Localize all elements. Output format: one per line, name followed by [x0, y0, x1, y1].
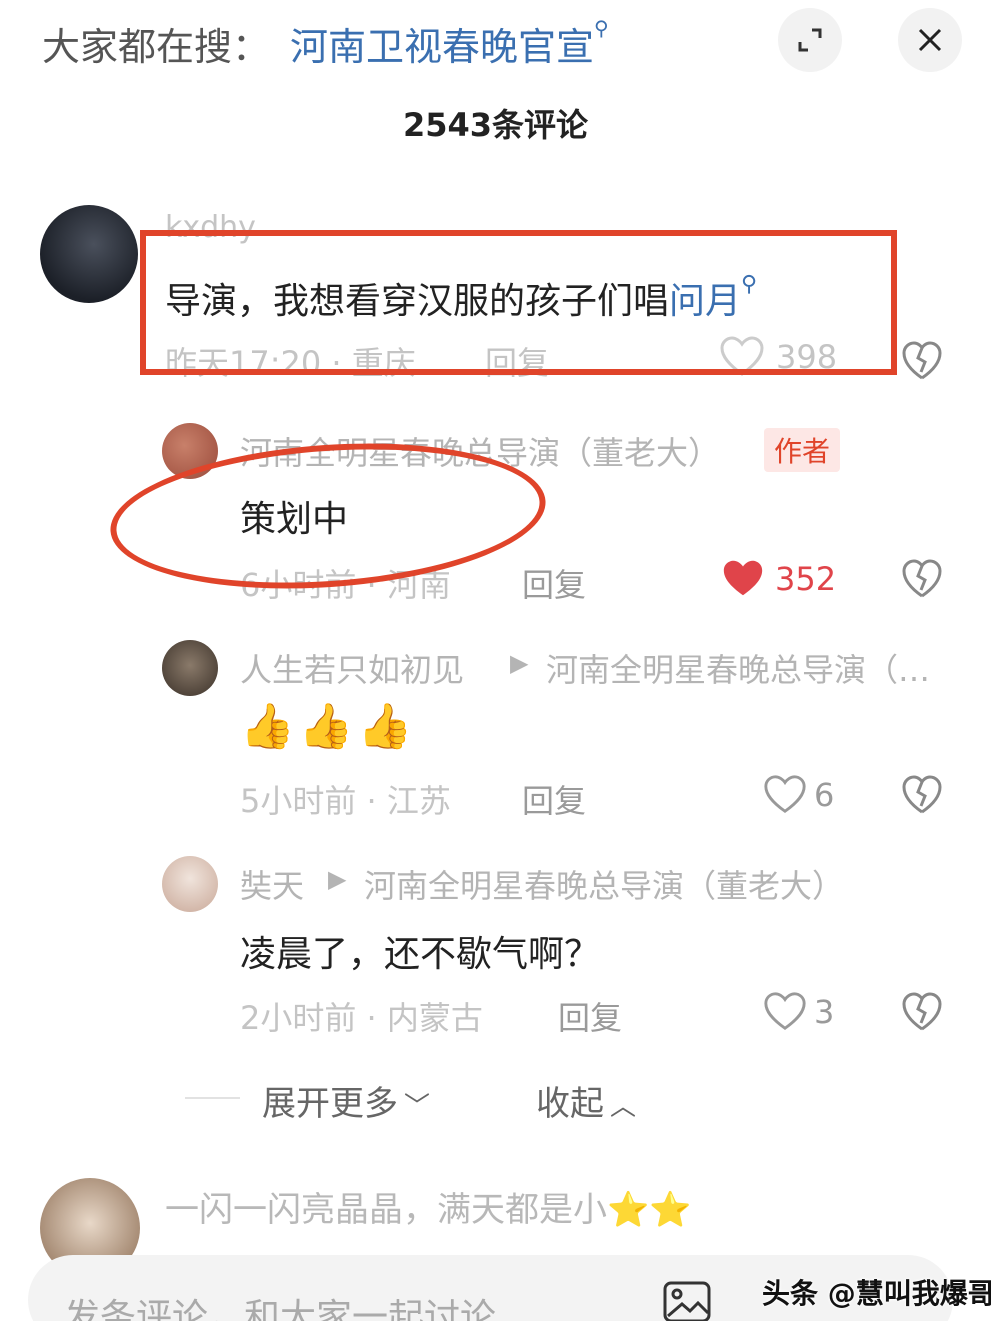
avatar[interactable] [162, 640, 218, 696]
reply-username[interactable]: 奘天 [240, 861, 304, 907]
reply-username[interactable]: 人生若只如初见 [240, 645, 464, 691]
reply-arrow-icon: ▶ [328, 865, 347, 893]
author-badge: 作者 [764, 428, 841, 472]
collapse-button[interactable]: 收起 ︿ [536, 1076, 636, 1125]
image-icon[interactable] [662, 1280, 712, 1321]
dislike-icon[interactable] [900, 338, 944, 382]
top-bar: 大家都在搜： 河南卫视春晚官宣⚲ [0, 0, 991, 80]
comment-count: 2543条评论 [402, 106, 589, 144]
search-term-link[interactable]: 河南卫视春晚官宣⚲ [290, 16, 609, 71]
avatar[interactable] [40, 205, 138, 303]
divider [185, 1097, 240, 1099]
reply-meta: 5小时前 · 江苏 [240, 782, 451, 820]
highlight-box [140, 230, 897, 375]
comment-text: 一闪一闪亮晶晶，满天都是小⭐⭐ [165, 1190, 692, 1230]
like-count: 352 [775, 560, 837, 598]
close-button[interactable] [898, 8, 962, 72]
search-prefix: 大家都在搜： [42, 25, 271, 69]
reply-arrow-icon: ▶ [510, 649, 529, 677]
dislike-icon[interactable] [900, 989, 944, 1033]
reply-text: 凌晨了，还不歇气啊？ [240, 934, 601, 975]
expand-icon [798, 28, 822, 52]
reply-target[interactable]: 河南全明星春晚总导演（董老大） [364, 861, 844, 907]
heart-outline-icon[interactable] [762, 989, 808, 1033]
dislike-icon[interactable] [900, 556, 944, 600]
comment-input[interactable]: 发条评论，和大家一起讨论 [64, 1288, 496, 1321]
reply-target[interactable]: 河南全明星春晚总导演（… [546, 645, 930, 691]
expand-more-button[interactable]: 展开更多 ﹀ [262, 1076, 430, 1125]
like-count: 6 [814, 776, 835, 814]
watermark: 头条 @慧叫我爆哥 [762, 1277, 991, 1310]
close-icon [918, 28, 942, 52]
chevron-down-icon: ﹀ [404, 1092, 431, 1122]
heart-filled-icon[interactable] [720, 556, 766, 600]
reply-button[interactable]: 回复 [522, 560, 586, 606]
reply-meta: 2小时前 · 内蒙古 [240, 999, 483, 1037]
search-icon: ⚲ [594, 16, 609, 40]
reply-text: 👍👍👍 [240, 701, 417, 752]
expand-button[interactable] [778, 8, 842, 72]
dislike-icon[interactable] [900, 772, 944, 816]
reply-button[interactable]: 回复 [558, 993, 622, 1039]
chevron-up-icon: ︿ [610, 1092, 637, 1122]
like-count: 3 [814, 993, 835, 1031]
heart-outline-icon[interactable] [762, 772, 808, 816]
reply-button[interactable]: 回复 [522, 776, 586, 822]
avatar[interactable] [162, 856, 218, 912]
